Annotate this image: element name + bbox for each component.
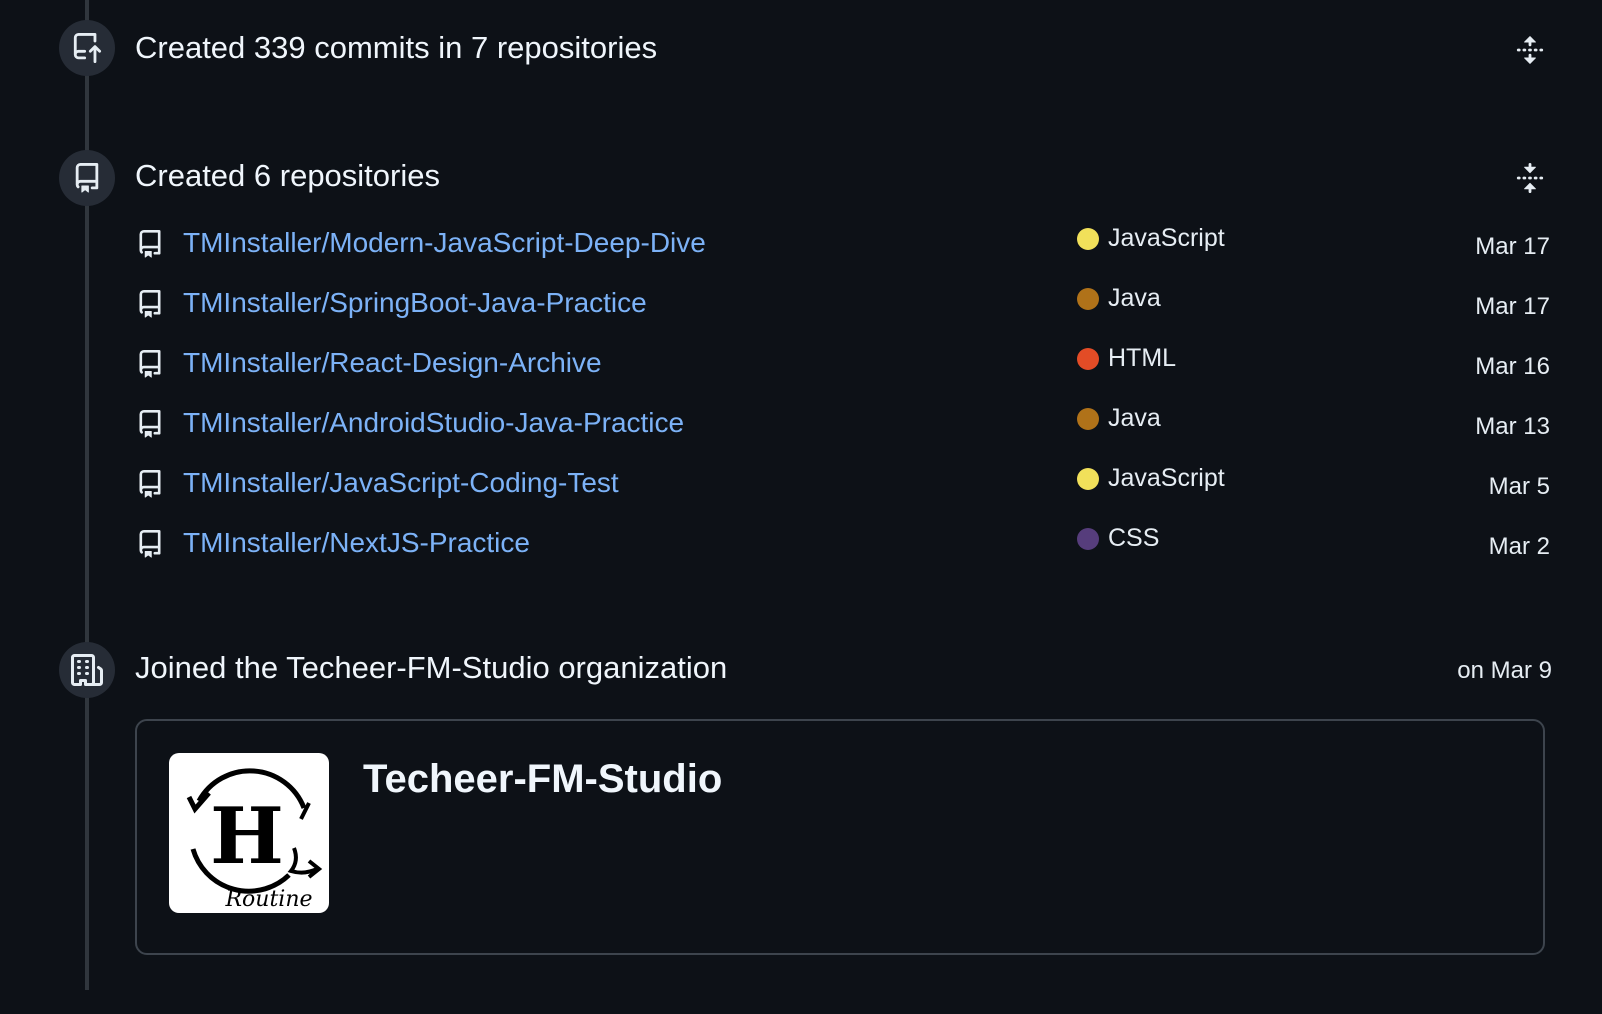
repo-date: Mar 2 — [1488, 533, 1550, 560]
repo-list: TMInstaller/Modern-JavaScript-Deep-Dive … — [135, 219, 1550, 579]
repo-date: Mar 5 — [1488, 473, 1550, 500]
repo-link[interactable]: TMInstaller/Modern-JavaScript-Deep-Dive — [183, 229, 706, 257]
org-logo-text: Routine — [224, 887, 312, 912]
repo-date: Mar 17 — [1475, 293, 1550, 320]
repo-link[interactable]: TMInstaller/React-Design-Archive — [183, 349, 602, 377]
language-color-dot — [1077, 287, 1099, 310]
language-label: JavaScript — [1108, 224, 1225, 252]
language-color-dot — [1077, 407, 1099, 430]
repo-icon — [136, 347, 164, 386]
repo-date: Mar 17 — [1475, 233, 1550, 260]
repo-list-item: TMInstaller/Modern-JavaScript-Deep-Dive … — [135, 219, 1550, 279]
repo-language: Java — [1077, 406, 1161, 431]
repo-icon — [59, 150, 115, 206]
repo-language: HTML — [1077, 346, 1176, 371]
repo-list-item: TMInstaller/NextJS-Practice CSS Mar 2 — [135, 519, 1550, 579]
joined-date: on Mar 9 — [1457, 657, 1552, 684]
repo-date: Mar 16 — [1475, 353, 1550, 380]
repo-link[interactable]: TMInstaller/SpringBoot-Java-Practice — [183, 289, 647, 317]
repo-push-icon — [59, 20, 115, 76]
org-logo-letter: H — [210, 791, 284, 882]
language-label: HTML — [1108, 344, 1177, 372]
repo-language: JavaScript — [1077, 226, 1225, 251]
repos-section-title: Created 6 repositories — [135, 158, 440, 193]
repo-list-item: TMInstaller/SpringBoot-Java-Practice Jav… — [135, 279, 1550, 339]
repo-list-item: TMInstaller/JavaScript-Coding-Test JavaS… — [135, 459, 1550, 519]
organization-icon — [59, 642, 115, 698]
language-label: Java — [1108, 284, 1161, 312]
repo-icon — [136, 407, 164, 446]
org-logo[interactable]: H Routine — [169, 753, 329, 913]
repo-icon — [136, 287, 164, 326]
repo-link[interactable]: TMInstaller/JavaScript-Coding-Test — [183, 469, 619, 497]
language-color-dot — [1077, 347, 1099, 370]
repo-list-item: TMInstaller/React-Design-Archive HTML Ma… — [135, 339, 1550, 399]
repo-link[interactable]: TMInstaller/NextJS-Practice — [183, 529, 530, 557]
repo-list-item: TMInstaller/AndroidStudio-Java-Practice … — [135, 399, 1550, 459]
commits-section-title: Created 339 commits in 7 repositories — [135, 30, 658, 65]
org-name-link[interactable]: Techeer-FM-Studio — [363, 759, 722, 799]
repo-language: Java — [1077, 286, 1161, 311]
unfold-icon[interactable] — [1510, 30, 1550, 70]
repo-language: JavaScript — [1077, 466, 1225, 491]
repo-icon — [136, 527, 164, 566]
repo-language: CSS — [1077, 526, 1159, 551]
language-color-dot — [1077, 227, 1099, 250]
repo-icon — [136, 467, 164, 506]
language-color-dot — [1077, 467, 1099, 490]
fold-icon[interactable] — [1510, 158, 1550, 198]
language-label: Java — [1108, 404, 1161, 432]
org-card[interactable]: H Routine Techeer-FM-Studio — [135, 719, 1545, 955]
timeline-line — [85, 0, 89, 990]
repo-icon — [136, 227, 164, 266]
contribution-activity: Created 339 commits in 7 repositories Cr… — [0, 0, 1602, 1014]
repo-link[interactable]: TMInstaller/AndroidStudio-Java-Practice — [183, 409, 684, 437]
org-section-title: Joined the Techeer-FM-Studio organizatio… — [135, 650, 728, 685]
repo-date: Mar 13 — [1475, 413, 1550, 440]
language-label: JavaScript — [1108, 464, 1225, 492]
language-color-dot — [1077, 527, 1099, 550]
language-label: CSS — [1108, 524, 1160, 552]
